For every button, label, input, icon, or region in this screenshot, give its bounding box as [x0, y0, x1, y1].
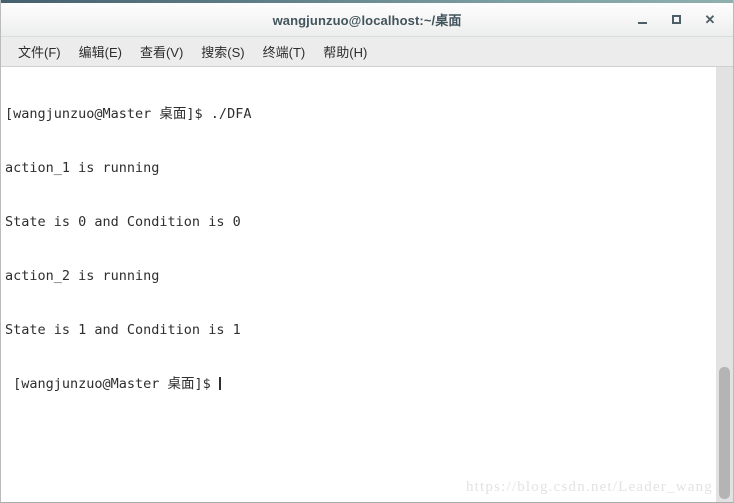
terminal-line: action_2 is running: [5, 268, 160, 284]
menu-item-help[interactable]: 帮助(H): [314, 39, 376, 64]
prompt-text: [wangjunzuo@Master 桌面]$: [5, 376, 219, 392]
close-icon: ✕: [704, 12, 716, 27]
menu-item-terminal[interactable]: 终端(T): [254, 39, 315, 64]
minimize-button[interactable]: [625, 5, 659, 35]
maximize-icon: [671, 15, 681, 24]
menu-item-edit[interactable]: 编辑(E): [70, 39, 131, 64]
terminal-text: [wangjunzuo@Master 桌面]$ ./DFA action_1 i…: [5, 69, 711, 429]
terminal-line: [wangjunzuo@Master 桌面]$ ./DFA: [5, 106, 252, 122]
menu-item-view[interactable]: 查看(V): [131, 39, 192, 64]
terminal-window: wangjunzuo@localhost:~/桌面 ✕ 文件(F) 编辑(E) …: [0, 0, 734, 503]
maximize-button[interactable]: [659, 5, 693, 35]
menu-bar: 文件(F) 编辑(E) 查看(V) 搜索(S) 终端(T) 帮助(H): [1, 37, 733, 67]
text-cursor: [218, 377, 221, 390]
watermark-text: https://blog.csdn.net/Leader_wang: [465, 479, 713, 495]
terminal-prompt-line: [wangjunzuo@Master 桌面]$: [5, 375, 711, 393]
window-controls: ✕: [625, 3, 727, 36]
vertical-scrollbar[interactable]: [715, 67, 733, 502]
scrollbar-thumb[interactable]: [719, 367, 730, 499]
terminal-line: action_1 is running: [5, 160, 160, 176]
menu-item-file[interactable]: 文件(F): [9, 39, 70, 64]
close-button[interactable]: ✕: [693, 5, 727, 35]
menu-item-search[interactable]: 搜索(S): [192, 39, 253, 64]
terminal-line: State is 0 and Condition is 0: [5, 214, 241, 230]
minimize-icon: [637, 22, 647, 24]
terminal-output-area[interactable]: [wangjunzuo@Master 桌面]$ ./DFA action_1 i…: [1, 67, 733, 502]
title-bar[interactable]: wangjunzuo@localhost:~/桌面 ✕: [1, 3, 733, 37]
terminal-line: State is 1 and Condition is 1: [5, 322, 241, 338]
window-title: wangjunzuo@localhost:~/桌面: [272, 13, 462, 28]
